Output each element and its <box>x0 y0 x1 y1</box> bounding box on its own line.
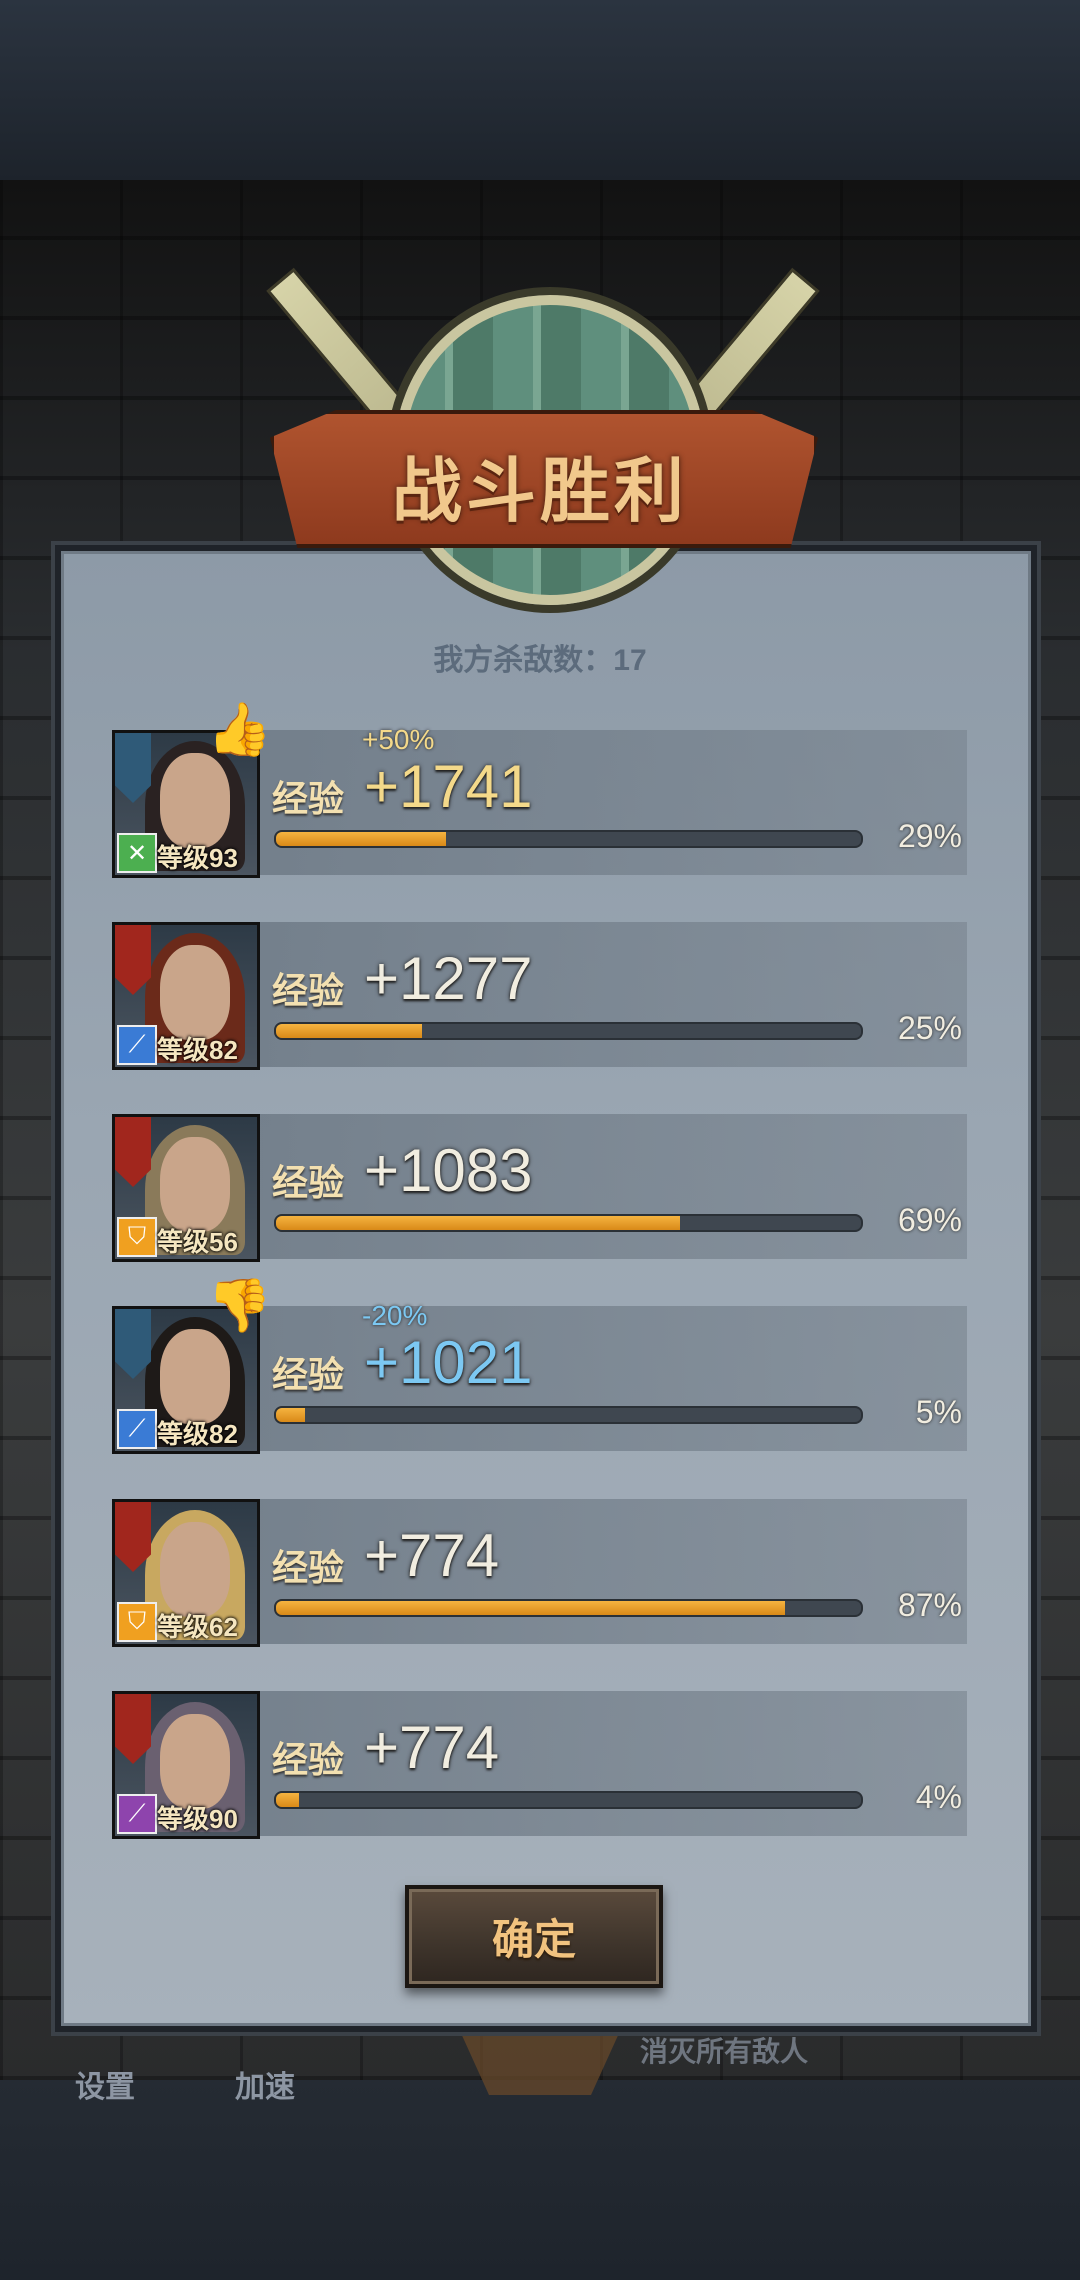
page-title: 战斗胜利 <box>392 452 688 530</box>
nav-settings[interactable]: 设置 <box>75 2062 135 2106</box>
exp-percent: 4% <box>915 1779 962 1815</box>
class-icon: ✕ <box>117 833 157 873</box>
exp-percent: 25% <box>897 1010 962 1046</box>
exp-value: +1083 <box>364 1137 533 1204</box>
exp-progress-bar <box>274 1022 863 1040</box>
hero-face <box>160 1522 230 1617</box>
hero-face <box>160 1137 230 1232</box>
exp-progress-fill <box>276 1024 423 1038</box>
exp-label: 经验 <box>272 970 345 1011</box>
hero-level: 等级93 <box>157 843 238 873</box>
exp-percent: 5% <box>915 1394 962 1430</box>
exp-label: 经验 <box>272 1547 345 1588</box>
exp-label: 经验 <box>272 778 345 819</box>
hero-row: ⛉ 等级56 经验 +1083 69% <box>112 1114 967 1262</box>
hero-face <box>160 753 230 848</box>
hero-row: ⛉ 等级62 经验 +774 87% <box>112 1499 967 1647</box>
exp-percent: 69% <box>897 1202 962 1238</box>
hero-face <box>160 945 230 1040</box>
hero-face <box>160 1329 230 1424</box>
hero-portrait[interactable]: ⛉ 等级56 <box>112 1114 260 1262</box>
exp-progress-bar <box>274 1214 863 1232</box>
nav-speed[interactable]: 加速 <box>235 2062 295 2106</box>
exp-progress-fill <box>276 832 446 846</box>
exp-label: 经验 <box>272 1739 345 1780</box>
hero-row: ⟋ 等级82 经验 +1277 25% <box>112 922 967 1070</box>
exp-percent: 87% <box>897 1587 962 1623</box>
hero-portrait[interactable]: ⛉ 等级62 <box>112 1499 260 1647</box>
hero-portrait[interactable]: ⟋ 等级90 <box>112 1691 260 1839</box>
class-icon: ⟋ <box>117 1794 157 1834</box>
exp-value: +1021 <box>364 1329 533 1396</box>
kill-count: 我方杀敌数：17 <box>433 644 647 677</box>
exp-label: 经验 <box>272 1354 345 1395</box>
hero-row: ⟋ 等级90 经验 +774 4% <box>112 1691 967 1839</box>
exp-value: +774 <box>364 1522 500 1589</box>
class-icon: ⛉ <box>117 1217 157 1257</box>
exp-label: 经验 <box>272 1162 345 1203</box>
nav-kill-all[interactable]: 消灭所有敌人 <box>640 2030 808 2070</box>
hero-level: 等级82 <box>157 1419 238 1449</box>
hero-level: 等级82 <box>157 1035 238 1065</box>
hero-row: ⟋ 等级82 经验 -20% +1021 5% 👎 <box>112 1277 967 1454</box>
exp-progress-bar <box>274 1791 863 1809</box>
top-background <box>0 0 1080 180</box>
exp-progress-bar <box>274 1599 863 1617</box>
exp-progress-bar <box>274 830 863 848</box>
class-icon: ⛉ <box>117 1602 157 1642</box>
exp-progress-fill <box>276 1793 300 1807</box>
thumbs-up-icon: 👍 <box>207 701 272 759</box>
hero-portrait[interactable]: ⟋ 等级82 <box>112 922 260 1070</box>
hero-level: 等级56 <box>157 1227 238 1257</box>
hero-row: ✕ 等级93 经验 +50% +1741 29% 👍 <box>112 701 967 878</box>
class-icon: ⟋ <box>117 1025 157 1065</box>
hero-level: 等级90 <box>157 1804 238 1834</box>
exp-percent: 29% <box>897 818 962 854</box>
exp-value: +1741 <box>364 753 533 820</box>
exp-value: +1277 <box>364 945 533 1012</box>
bottom-background <box>0 2080 1080 2280</box>
class-icon: ⟋ <box>117 1409 157 1449</box>
exp-progress-fill <box>276 1408 306 1422</box>
hero-level: 等级62 <box>157 1612 238 1642</box>
exp-progress-fill <box>276 1601 785 1615</box>
victory-emblem: 战斗胜利 <box>240 200 840 620</box>
thumbs-down-icon: 👎 <box>207 1277 272 1335</box>
exp-value: +774 <box>364 1714 500 1781</box>
confirm-button[interactable]: 确定 <box>405 1885 663 1988</box>
exp-progress-bar <box>274 1406 863 1424</box>
hero-face <box>160 1714 230 1809</box>
exp-progress-fill <box>276 1216 680 1230</box>
